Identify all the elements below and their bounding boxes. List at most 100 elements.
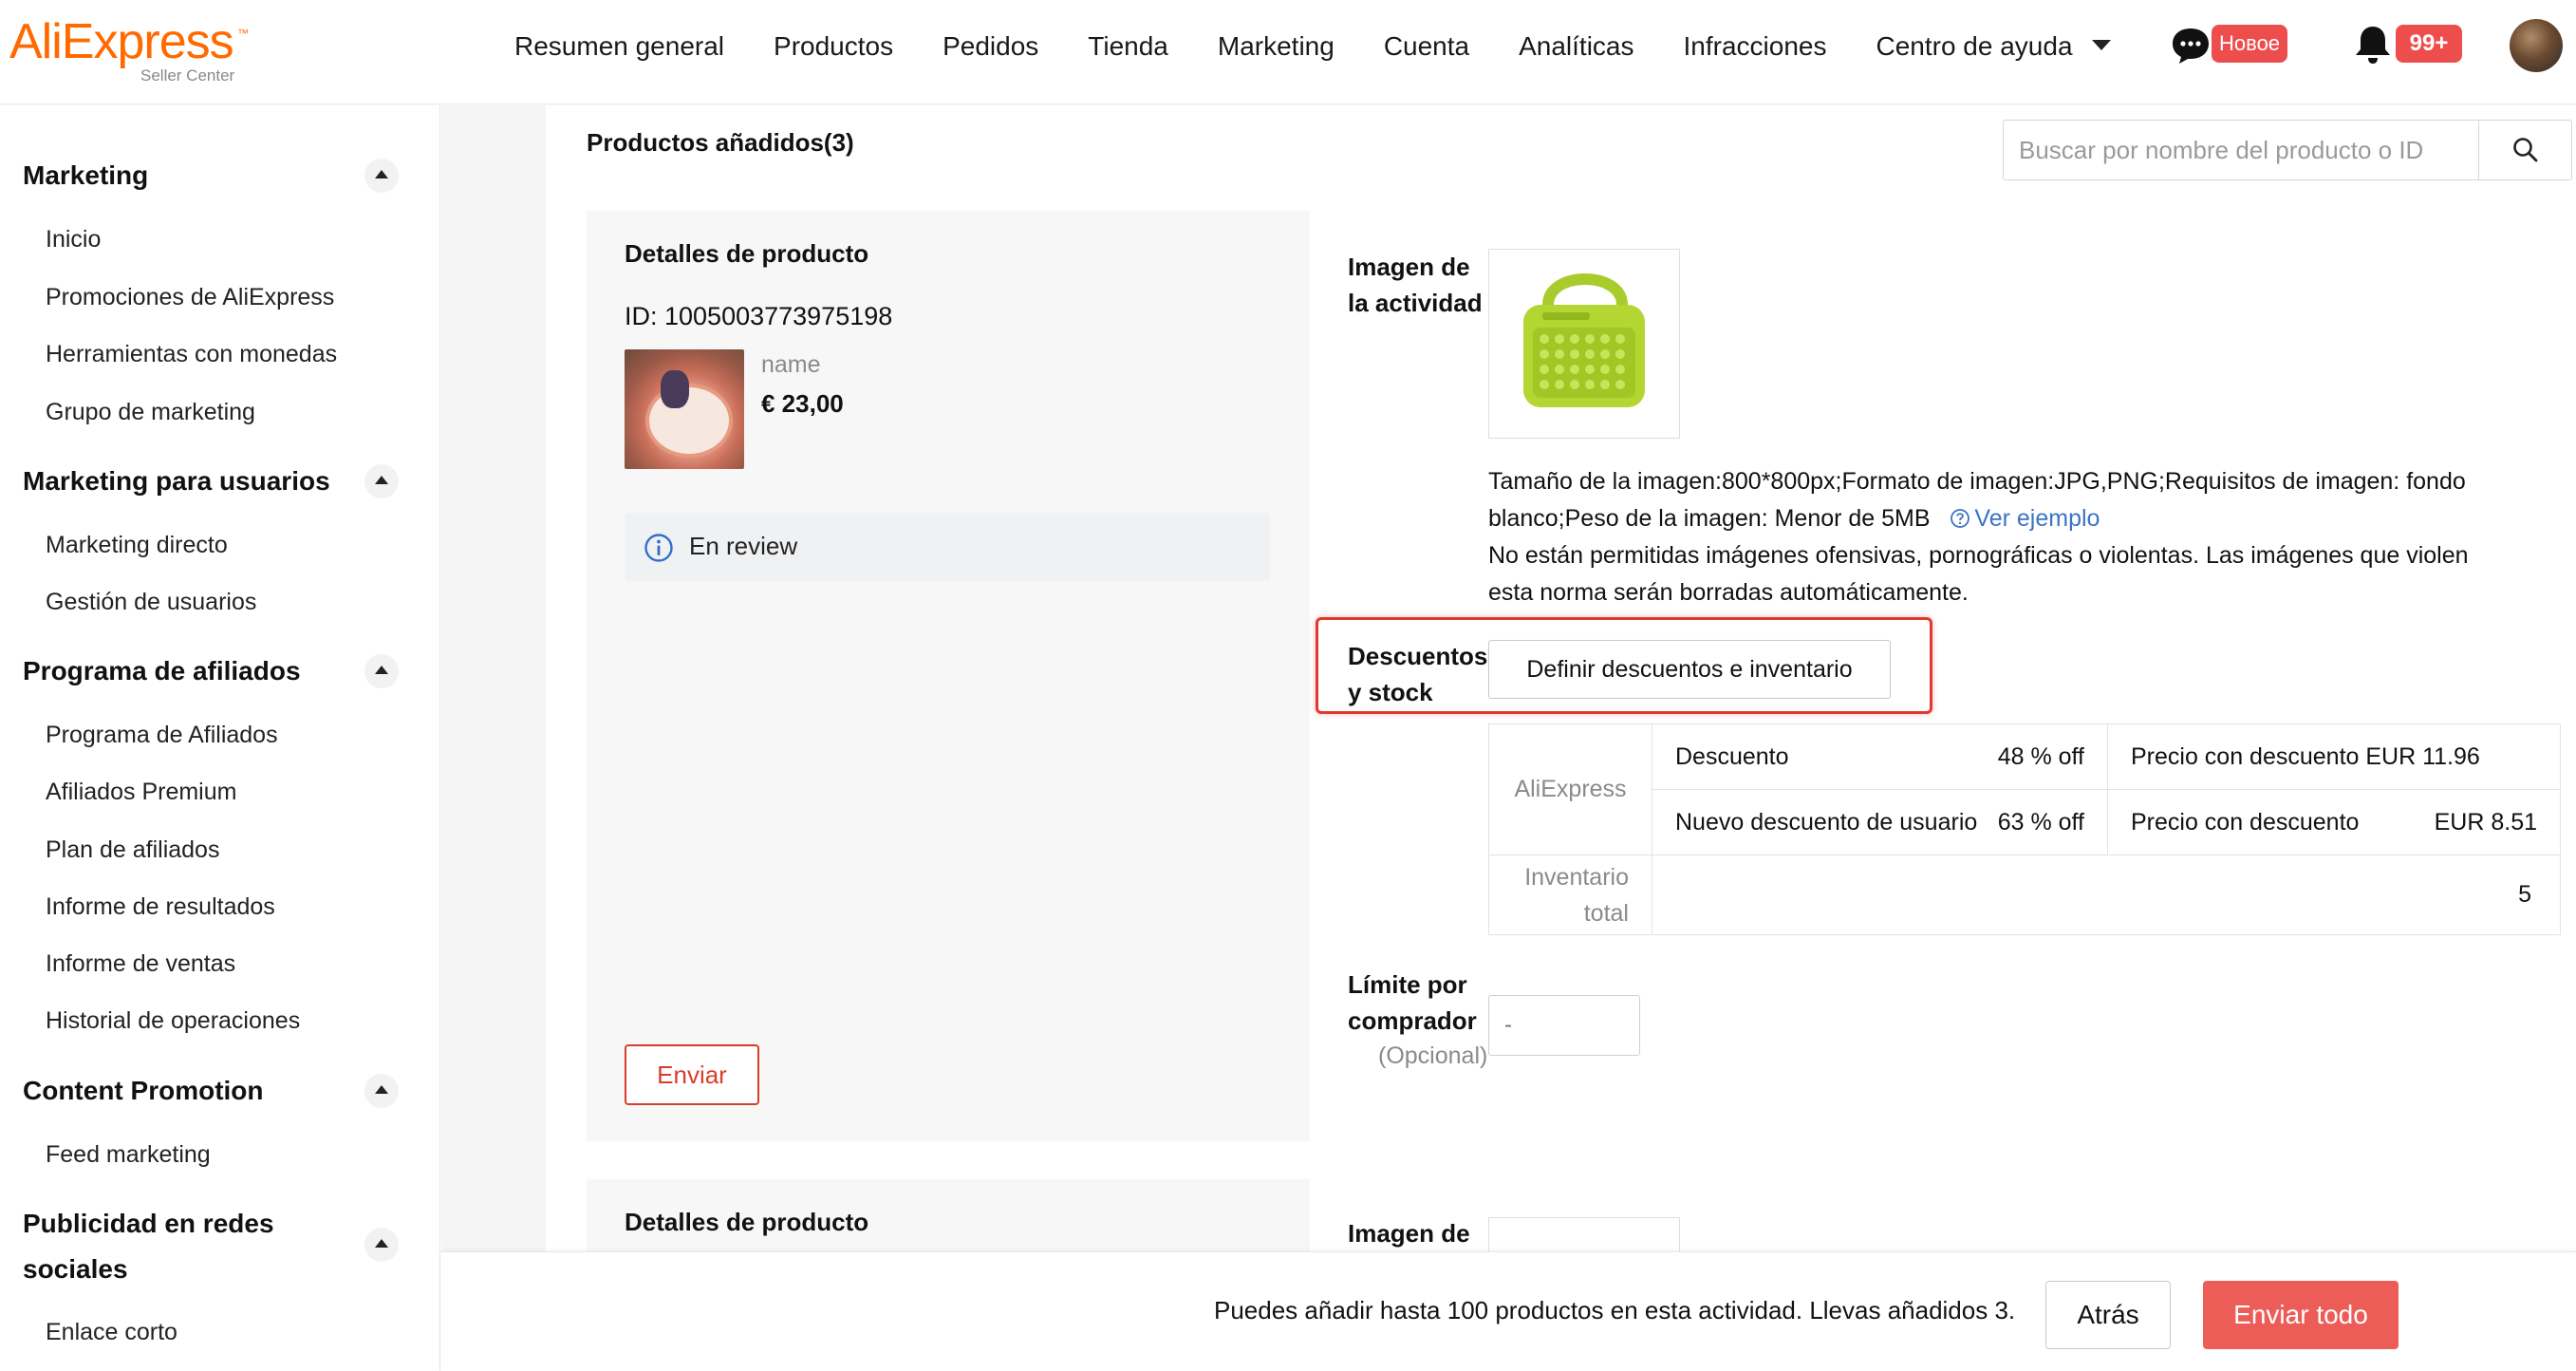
chevron-up-icon[interactable] [364, 1228, 399, 1262]
nav-pedidos[interactable]: Pedidos [943, 25, 1038, 68]
submit-all-button[interactable]: Enviar todo [2203, 1281, 2399, 1349]
product-thumbnail[interactable] [625, 349, 744, 469]
discounts-stock-label-line2: y stock [1348, 678, 1433, 706]
sidebar-item-grupo-marketing[interactable]: Grupo de marketing [46, 393, 255, 431]
back-button[interactable]: Atrás [2045, 1281, 2171, 1349]
sidebar-item-afiliados-premium[interactable]: Afiliados Premium [46, 773, 236, 811]
nav-centro-de-ayuda[interactable]: Centro de ayuda [1876, 25, 2111, 68]
new-user-discount-value: 63 % off [1997, 808, 2084, 836]
page-title: Productos añadidos(3) [587, 128, 854, 157]
chevron-up-icon[interactable] [364, 654, 399, 688]
discount-value: 48 % off [1997, 742, 2084, 770]
product-name: name [761, 351, 821, 378]
image-requirements: Tamaño de la imagen:800*800px;Formato de… [1488, 463, 2561, 611]
new-message-badge[interactable]: Новое [2212, 25, 2287, 63]
sidebar-item-marketing-directo[interactable]: Marketing directo [46, 526, 228, 564]
platform-cell: AliExpress [1488, 723, 1652, 855]
inventory-value: 5 [1652, 855, 2561, 935]
sidebar-item-enlace-corto[interactable]: Enlace corto [46, 1313, 177, 1351]
product-price: € 23,00 [761, 389, 844, 418]
inventory-label-cell: Inventario total [1488, 855, 1652, 935]
new-user-price-label: Precio con descuento [2131, 808, 2360, 836]
speaker-product-image [1523, 273, 1645, 407]
user-avatar[interactable] [2510, 19, 2563, 72]
activity-image-label: Imagen de la actividad [1348, 249, 1483, 321]
product-details-title: Detalles de producto [625, 239, 869, 268]
nav-cuenta[interactable]: Cuenta [1384, 25, 1469, 68]
sidebar-section-title-line1: Publicidad en redes [23, 1209, 274, 1238]
sidebar-item-feed-marketing[interactable]: Feed marketing [46, 1136, 211, 1174]
new-user-price-cell: Precio con descuento EUR 8.51 [2107, 789, 2561, 855]
new-user-discount-label: Nuevo descuento de usuario [1675, 808, 1978, 836]
discount-price-cell: Precio con descuento EUR 11.96 [2107, 723, 2561, 790]
activity-image-label-line2: la actividad [1348, 289, 1483, 317]
nav-productos[interactable]: Productos [774, 25, 893, 68]
search-button[interactable] [2478, 121, 2571, 179]
aliexpress-logo[interactable]: AliExpress ™ Seller Center [9, 13, 249, 85]
new-user-price-value: EUR 8.51 [2434, 808, 2537, 836]
purchase-limit-label: Límite por comprador [1348, 967, 1477, 1039]
main-nav: Resumen general Productos Pedidos Tienda… [514, 25, 2160, 68]
sidebar-section-marketing-usuarios[interactable]: Marketing para usuarios [23, 459, 383, 504]
chevron-up-icon[interactable] [364, 159, 399, 193]
nav-infracciones[interactable]: Infracciones [1684, 25, 1827, 68]
product-search [2003, 120, 2572, 180]
activity-image[interactable] [1488, 249, 1680, 439]
table-row: AliExpress Descuento 48 % off Precio con… [1488, 723, 2561, 855]
image-requirements-line3: No están permitidas imágenes ofensivas, … [1488, 542, 2469, 569]
sidebar-item-historial-operaciones[interactable]: Historial de operaciones [46, 1002, 300, 1040]
product-card: Detalles de producto ID: 100500377397519… [587, 211, 2576, 1141]
discount-label: Descuento [1675, 742, 1789, 770]
sidebar-item-plan-afiliados[interactable]: Plan de afiliados [46, 831, 219, 869]
sidebar-item-programa-afiliados[interactable]: Programa de Afiliados [46, 716, 278, 754]
help-circle-icon [1951, 509, 1970, 528]
sidebar-section-title-line2: sociales [23, 1254, 128, 1284]
discount-cell: Descuento 48 % off [1652, 723, 2108, 790]
product-card-form: Imagen de la actividad Tamaño de la imag… [1310, 211, 2576, 1141]
nav-resumen-general[interactable]: Resumen general [514, 25, 724, 68]
nav-centro-de-ayuda-label: Centro de ayuda [1876, 31, 2073, 61]
sidebar-section-publicidad-redes[interactable]: Publicidad en redes sociales [23, 1201, 383, 1292]
see-example-label: Ver ejemplo [1974, 505, 2100, 532]
activity-image-label: Imagen de [1348, 1219, 1470, 1248]
sidebar-section-content-promotion[interactable]: Content Promotion [23, 1068, 383, 1114]
image-requirements-line2-text: blanco;Peso de la imagen: Menor de 5MB [1488, 505, 1931, 532]
sidebar-item-promociones[interactable]: Promociones de AliExpress [46, 278, 334, 316]
sidebar-item-informe-resultados[interactable]: Informe de resultados [46, 888, 275, 926]
nav-tienda[interactable]: Tienda [1088, 25, 1168, 68]
search-icon [2513, 138, 2538, 162]
search-input[interactable] [2004, 121, 2478, 179]
sidebar-item-gestion-usuarios[interactable]: Gestión de usuarios [46, 583, 256, 621]
inventory-label-line2: total [1583, 899, 1629, 927]
image-requirements-line4: esta norma serán borradas automáticament… [1488, 579, 1969, 606]
sidebar-item-herramientas-monedas[interactable]: Herramientas con monedas [46, 335, 337, 373]
image-requirements-line2: blanco;Peso de la imagen: Menor de 5MB V… [1488, 500, 2561, 537]
new-user-discount-cell: Nuevo descuento de usuario 63 % off [1652, 789, 2108, 855]
chevron-up-icon[interactable] [364, 1074, 399, 1108]
nav-marketing[interactable]: Marketing [1218, 25, 1335, 68]
footer-bar: Puedes añadir hasta 100 productos en est… [441, 1251, 2576, 1371]
define-discounts-button[interactable]: Definir descuentos e inventario [1488, 640, 1891, 699]
product-id: ID: 1005003773975198 [625, 302, 893, 330]
see-example-link[interactable]: Ver ejemplo [1950, 505, 2100, 532]
notification-count-badge[interactable]: 99+ [2396, 25, 2462, 63]
trademark-icon: ™ [237, 27, 249, 40]
sidebar-section-marketing[interactable]: Marketing [23, 153, 383, 198]
sidebar-item-inicio[interactable]: Inicio [46, 220, 101, 258]
optional-hint: (Opcional) [1378, 1042, 1488, 1069]
bell-icon[interactable] [2352, 23, 2394, 66]
activity-image-label-line1: Imagen de [1348, 253, 1470, 281]
info-icon [644, 534, 673, 562]
purchase-limit-input[interactable] [1488, 995, 1640, 1056]
image-requirements-line1: Tamaño de la imagen:800*800px;Formato de… [1488, 468, 2466, 495]
purchase-limit-label-line1: Límite por [1348, 970, 1467, 999]
sidebar-item-informe-ventas[interactable]: Informe de ventas [46, 945, 235, 983]
inventory-label-line1: Inventario [1524, 863, 1629, 891]
product-limit-note: Puedes añadir hasta 100 productos en est… [1214, 1296, 2016, 1324]
chat-bubble-icon[interactable] [2170, 25, 2212, 66]
purchase-limit-label-line2: comprador [1348, 1006, 1477, 1035]
chevron-up-icon[interactable] [364, 464, 399, 498]
submit-button[interactable]: Enviar [625, 1044, 759, 1105]
sidebar-section-afiliados[interactable]: Programa de afiliados [23, 648, 383, 694]
nav-analiticas[interactable]: Analíticas [1519, 25, 1633, 68]
